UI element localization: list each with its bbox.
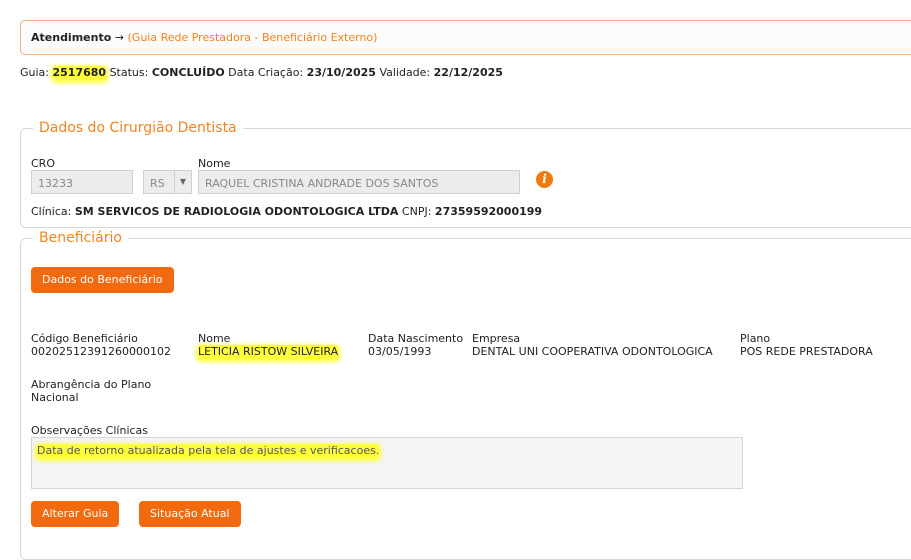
clinic-line: Clínica: SM SERVICOS DE RADIOLOGIA ODONT…	[31, 205, 542, 218]
uf-value: RS	[150, 177, 165, 190]
company-value: DENTAL UNI COOPERATIVA ODONTOLOGICA	[472, 345, 713, 358]
dentist-name-label: Nome	[198, 157, 231, 170]
guia-number: 2517680	[52, 66, 107, 79]
birthdate-value: 03/05/1993	[368, 345, 432, 358]
created-value: 23/10/2025	[306, 66, 376, 79]
created-label: Data Criação:	[228, 66, 304, 79]
cnpj-value: 27359592000199	[434, 205, 543, 218]
breadcrumb-subtitle: (Guia Rede Prestadora - Beneficiário Ext…	[127, 31, 378, 44]
validity-label: Validade:	[379, 66, 431, 79]
cnpj-label: CNPJ:	[401, 205, 432, 218]
breadcrumb-title: Atendimento	[31, 31, 112, 44]
clinical-notes-text: Data de retorno atualizada pela tela de …	[37, 444, 380, 457]
info-icon[interactable]: i	[536, 171, 553, 188]
beneficiary-details-button[interactable]: Dados do Beneficiário	[31, 267, 174, 293]
coverage-label: Abrangência do Plano	[31, 378, 152, 391]
validity-value: 22/12/2025	[433, 66, 503, 79]
beneficiary-name-label: Nome	[198, 332, 231, 345]
dentist-name-field[interactable]: RAQUEL CRISTINA ANDRADE DOS SANTOS	[198, 170, 520, 194]
plan-value: POS REDE PRESTADORA	[740, 345, 873, 358]
clinical-notes-label: Observações Clínicas	[31, 424, 149, 437]
guia-summary: Guia: 2517680 Status: CONCLUÍDO Data Cri…	[20, 66, 503, 79]
uf-select[interactable]: RS ▼	[143, 170, 192, 194]
coverage-value: Nacional	[31, 391, 79, 404]
codigo-label: Código Beneficiário	[31, 332, 138, 345]
current-status-button[interactable]: Situação Atual	[139, 501, 241, 527]
clinic-value: SM SERVICOS DE RADIOLOGIA ODONTOLOGICA L…	[74, 205, 399, 218]
beneficiary-section-title: Beneficiário	[39, 230, 122, 246]
clinic-label: Clínica:	[31, 205, 72, 218]
status-label: Status:	[109, 66, 149, 79]
dentist-section-title: Dados do Cirurgião Dentista	[39, 120, 237, 136]
plan-label: Plano	[740, 332, 771, 345]
birthdate-label: Data Nascimento	[368, 332, 464, 345]
cro-field[interactable]: 13233	[31, 170, 133, 194]
codigo-value: 00202512391260000102	[31, 345, 171, 358]
company-label: Empresa	[472, 332, 521, 345]
breadcrumb: Atendimento → (Guia Rede Prestadora - Be…	[20, 20, 911, 55]
status-value: CONCLUÍDO	[151, 66, 225, 79]
breadcrumb-arrow: →	[114, 31, 124, 44]
beneficiary-name-value: LETICIA RISTOW SILVEIRA	[198, 345, 339, 358]
clinical-notes-field[interactable]: Data de retorno atualizada pela tela de …	[31, 437, 743, 489]
guia-label: Guia:	[20, 66, 49, 79]
edit-guide-button[interactable]: Alterar Guia	[31, 501, 120, 527]
cro-label: CRO	[31, 157, 55, 170]
chevron-down-icon[interactable]: ▼	[174, 171, 191, 193]
